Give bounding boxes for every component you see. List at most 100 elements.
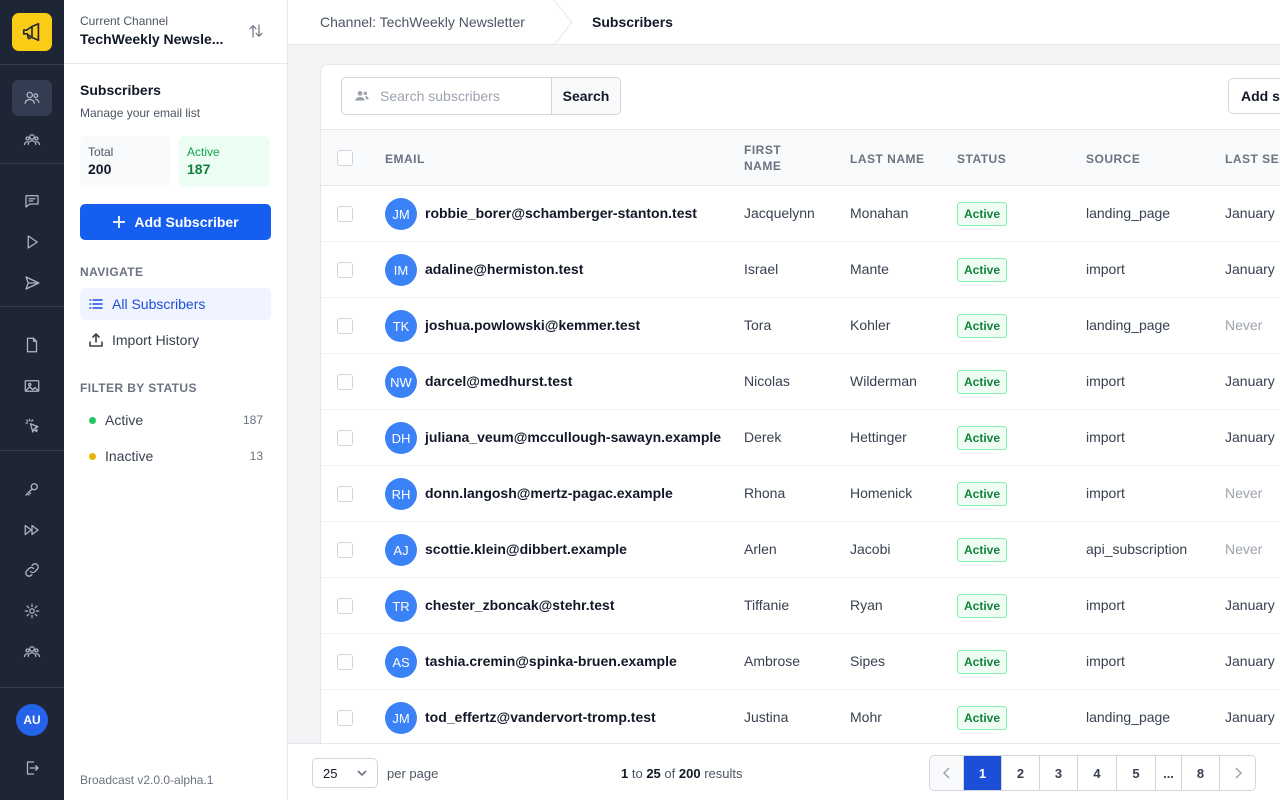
subscriber-email[interactable]: tod_effertz@vandervort-tromp.test — [425, 709, 656, 725]
subscriber-last-name: Jacobi — [850, 541, 891, 557]
page-button[interactable]: 3 — [1040, 756, 1078, 790]
rail-groups-icon[interactable] — [12, 122, 52, 158]
table-row[interactable]: IM adaline@hermiston.test Israel Mante Activ… — [321, 242, 1280, 298]
subscriber-first-name: Ambrose — [744, 653, 801, 669]
page-button[interactable]: 2 — [1002, 756, 1040, 790]
table-row[interactable]: AS tashia.cremin@spinka-bruen.example Ambr… — [321, 634, 1280, 690]
search-button[interactable]: Search — [551, 78, 620, 114]
filter-inactive[interactable]: Inactive 13 — [80, 440, 271, 472]
rail-document-icon[interactable] — [12, 327, 52, 363]
breadcrumb-current: Subscribers — [592, 14, 673, 30]
table-row[interactable]: AJ scottie.klein@dibbert.example Arlen Jaco… — [321, 522, 1280, 578]
subscriber-last-sent: January — [1225, 205, 1275, 221]
header-source[interactable]: SOURCE — [1086, 152, 1140, 166]
active-stat-label: Active — [187, 145, 220, 159]
page-button[interactable]: 1 — [964, 756, 1002, 790]
user-avatar[interactable]: AU — [16, 704, 48, 736]
row-checkbox[interactable] — [337, 654, 353, 670]
rail-click-icon[interactable] — [12, 408, 52, 444]
header-email[interactable]: EMAIL — [385, 152, 425, 166]
subscriber-avatar: RH — [385, 478, 417, 510]
subscriber-source: import — [1086, 373, 1125, 389]
subscriber-last-sent: January — [1225, 261, 1275, 277]
breadcrumb-channel[interactable]: Channel: TechWeekly Newsletter — [320, 14, 525, 30]
subscriber-email[interactable]: robbie_borer@schamberger-stanton.test — [425, 205, 697, 221]
header-first-name-line2[interactable]: NAME — [744, 159, 781, 173]
subscriber-first-name: Rhona — [744, 485, 786, 501]
subscriber-email[interactable]: darcel@medhurst.test — [425, 373, 572, 389]
filter-active[interactable]: Active 187 — [80, 404, 271, 436]
table-row[interactable]: TR chester_zboncak@stehr.test Tiffanie Ryan… — [321, 578, 1280, 634]
active-stat: Active 187 — [179, 136, 270, 187]
page-button[interactable]: 5 — [1117, 756, 1156, 790]
table-row[interactable]: NW darcel@medhurst.test Nicolas Wilderman Ac… — [321, 354, 1280, 410]
row-checkbox[interactable] — [337, 430, 353, 446]
switch-channel-icon[interactable] — [247, 22, 265, 40]
subscriber-last-sent: Never — [1225, 541, 1263, 557]
select-all-checkbox[interactable] — [337, 150, 353, 166]
header-last-sent[interactable]: LAST SENT — [1225, 152, 1280, 166]
header-last-name[interactable]: LAST NAME — [850, 152, 925, 166]
subscriber-email[interactable]: juliana_veum@mccullough-sawayn.example — [425, 429, 721, 445]
header-status[interactable]: STATUS — [957, 152, 1006, 166]
table-row[interactable]: JM tod_effertz@vandervort-tromp.test Justi… — [321, 690, 1280, 746]
row-checkbox[interactable] — [337, 542, 353, 558]
status-badge: Active — [957, 370, 1008, 394]
subscriber-email[interactable]: scottie.klein@dibbert.example — [425, 541, 627, 557]
rail-image-icon[interactable] — [12, 368, 52, 404]
rail-messages-icon[interactable] — [12, 183, 52, 219]
megaphone-logo-icon[interactable] — [12, 13, 52, 51]
sidebar-subtitle: Manage your email list — [80, 106, 201, 120]
row-checkbox[interactable] — [337, 318, 353, 334]
page-button[interactable]: 8 — [1182, 756, 1220, 790]
active-dot-icon — [89, 416, 96, 424]
search-field[interactable] — [342, 78, 551, 114]
subscriber-last-sent: Never — [1225, 317, 1263, 333]
row-checkbox[interactable] — [337, 710, 353, 726]
subscriber-email[interactable]: donn.langosh@mertz-pagac.example — [425, 485, 673, 501]
row-checkbox[interactable] — [337, 374, 353, 390]
subscriber-last-name: Mohr — [850, 709, 882, 725]
chevron-down-icon — [357, 770, 367, 777]
rail-fast-forward-icon[interactable] — [12, 512, 52, 548]
table-row[interactable]: DH juliana_veum@mccullough-sawayn.example… — [321, 410, 1280, 466]
row-checkbox[interactable] — [337, 262, 353, 278]
rail-play-icon[interactable] — [12, 224, 52, 260]
subscriber-email[interactable]: adaline@hermiston.test — [425, 261, 583, 277]
row-checkbox[interactable] — [337, 598, 353, 614]
rail-key-icon[interactable] — [12, 471, 52, 507]
subscriber-email[interactable]: chester_zboncak@stehr.test — [425, 597, 615, 613]
previous-page-button[interactable] — [930, 756, 964, 790]
rail-settings-icon[interactable] — [12, 593, 52, 629]
nav-all-subscribers[interactable]: All Subscribers — [80, 288, 271, 320]
channel-selector[interactable]: Current Channel TechWeekly Newsle... — [64, 0, 287, 64]
logout-icon[interactable] — [12, 750, 52, 786]
subscriber-last-sent: January — [1225, 597, 1275, 613]
search-bar: Search — [341, 77, 621, 115]
table-row[interactable]: JM robbie_borer@schamberger-stanton.test J… — [321, 186, 1280, 242]
page-button[interactable]: 4 — [1078, 756, 1117, 790]
subscriber-email[interactable]: tashia.cremin@spinka-bruen.example — [425, 653, 677, 669]
table-row[interactable]: RH donn.langosh@mertz-pagac.example Rhona H… — [321, 466, 1280, 522]
subscriber-last-sent: January — [1225, 429, 1275, 445]
header-first-name-line1[interactable]: FIRST — [744, 143, 781, 157]
subscriber-first-name: Tiffanie — [744, 597, 790, 613]
row-checkbox[interactable] — [337, 486, 353, 502]
add-subscriber-top-button[interactable]: Add subscriber — [1228, 78, 1280, 114]
per-page-label: per page — [387, 766, 439, 781]
rail-subscribers-icon[interactable] — [12, 80, 52, 116]
rail-link-icon[interactable] — [12, 552, 52, 588]
subscriber-email[interactable]: joshua.powlowski@kemmer.test — [425, 317, 640, 333]
rail-send-icon[interactable] — [12, 265, 52, 301]
page-ellipsis: ... — [1156, 756, 1182, 790]
search-input[interactable] — [380, 88, 540, 104]
subscriber-avatar: DH — [385, 422, 417, 454]
per-page-select[interactable]: 25 — [312, 758, 378, 788]
rail-team-icon[interactable] — [12, 634, 52, 670]
next-page-button[interactable] — [1220, 756, 1255, 790]
row-checkbox[interactable] — [337, 206, 353, 222]
table-row[interactable]: TK joshua.powlowski@kemmer.test Tora Kohler… — [321, 298, 1280, 354]
nav-import-history[interactable]: Import History — [80, 324, 271, 356]
results-to-word: to — [631, 766, 643, 781]
add-subscriber-button[interactable]: Add Subscriber — [80, 204, 271, 240]
